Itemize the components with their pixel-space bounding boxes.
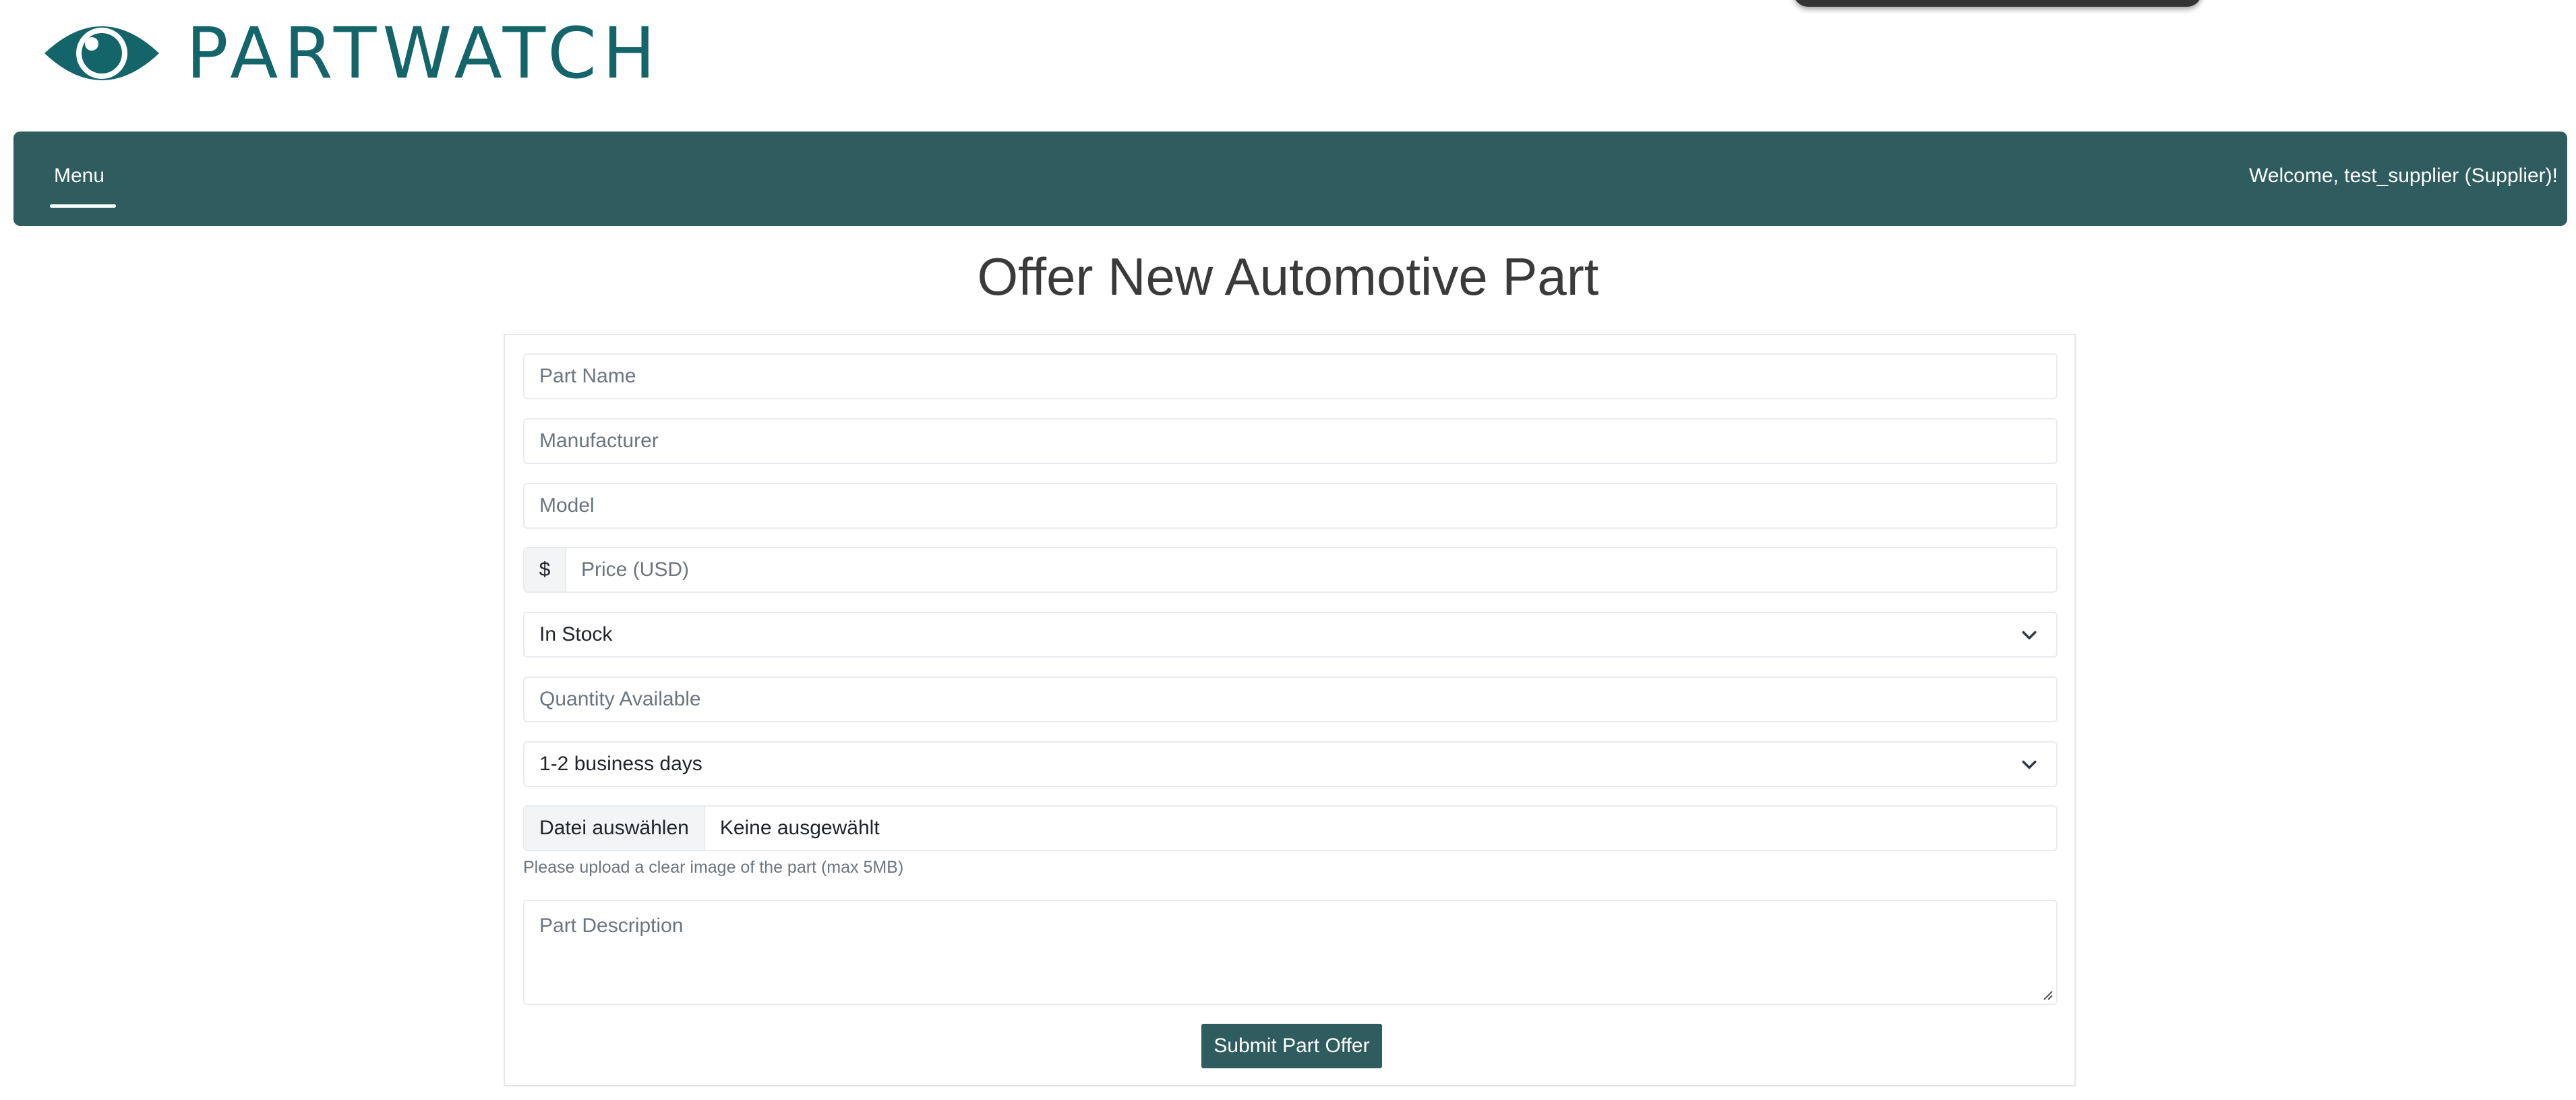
delivery-time-selected-value: 1-2 business days bbox=[539, 753, 702, 775]
manufacturer-field bbox=[523, 418, 2058, 464]
choose-file-button[interactable]: Datei auswählen bbox=[525, 807, 705, 850]
quantity-field bbox=[523, 676, 2058, 722]
brand-name: PARTWATCH bbox=[186, 12, 661, 94]
part-name-field bbox=[523, 353, 2058, 399]
part-name-input[interactable] bbox=[525, 355, 2056, 398]
availability-select[interactable]: In Stock bbox=[523, 612, 2058, 658]
top-toolbar-fragment bbox=[1793, 0, 2202, 7]
menu-active-underline bbox=[50, 204, 116, 208]
currency-prefix: $ bbox=[525, 548, 566, 591]
manufacturer-input[interactable] bbox=[525, 419, 2056, 463]
menu-button[interactable]: Menu bbox=[54, 165, 104, 187]
description-field bbox=[523, 900, 2058, 1005]
chevron-down-icon bbox=[2022, 760, 2037, 769]
quantity-input[interactable] bbox=[525, 678, 2056, 721]
main-navbar: Menu Welcome, test_supplier (Supplier)! bbox=[13, 132, 2567, 226]
page-title: Offer New Automotive Part bbox=[977, 247, 1599, 306]
part-description-textarea[interactable] bbox=[525, 901, 2056, 1004]
welcome-message: Welcome, test_supplier (Supplier)! bbox=[2249, 165, 2558, 187]
model-input[interactable] bbox=[525, 484, 2056, 527]
resize-handle-icon[interactable] bbox=[2040, 987, 2054, 1001]
brand-logo[interactable]: PARTWATCH bbox=[42, 16, 661, 90]
availability-selected-value: In Stock bbox=[539, 623, 613, 645]
submit-part-offer-button[interactable]: Submit Part Offer bbox=[1201, 1024, 1382, 1068]
eye-icon bbox=[44, 26, 159, 80]
upload-help-text: Please upload a clear image of the part … bbox=[523, 858, 904, 877]
part-offer-form: $ In Stock 1-2 business days Datei auswä… bbox=[504, 334, 2076, 1087]
file-status-text: Keine ausgewählt bbox=[719, 817, 880, 839]
image-upload-field: Datei auswählen Keine ausgewählt bbox=[523, 805, 2058, 851]
delivery-time-select[interactable]: 1-2 business days bbox=[523, 741, 2058, 787]
model-field bbox=[523, 483, 2058, 529]
chevron-down-icon bbox=[2022, 631, 2037, 639]
price-input[interactable] bbox=[566, 548, 2056, 591]
price-input-group: $ bbox=[523, 547, 2058, 593]
